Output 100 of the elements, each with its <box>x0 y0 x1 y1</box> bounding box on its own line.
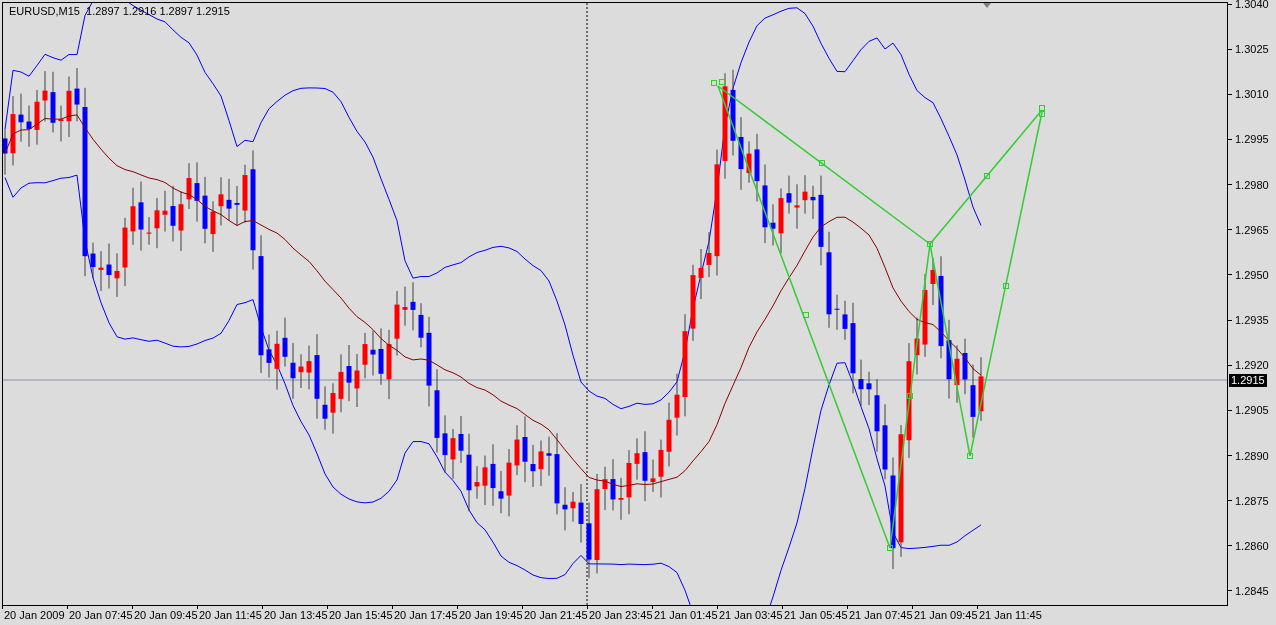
candlestick <box>842 300 848 341</box>
price-label: 1.2860 <box>1235 539 1269 552</box>
candlestick <box>530 444 536 488</box>
price-label: 1.2980 <box>1235 178 1269 191</box>
candlestick <box>386 329 392 400</box>
candlestick <box>962 338 968 395</box>
price-label: 1.3025 <box>1235 43 1269 56</box>
pattern-handle[interactable] <box>907 393 913 399</box>
candlestick <box>234 185 240 227</box>
price-label: 1.2890 <box>1235 449 1269 462</box>
candlestick <box>914 317 920 375</box>
candlestick <box>570 491 576 523</box>
time-label: 20 Jan 07:45 <box>69 609 133 621</box>
candlestick <box>674 373 680 436</box>
candlestick <box>202 176 208 244</box>
chart-shift-icon[interactable] <box>983 3 991 8</box>
candlestick <box>178 190 184 252</box>
time-label: 20 Jan 23:45 <box>589 609 653 621</box>
candlestick <box>274 330 280 391</box>
candlestick <box>490 443 496 507</box>
candlestick <box>330 382 336 435</box>
time-label: 21 Jan 09:45 <box>914 609 978 621</box>
candlestick <box>322 385 328 431</box>
candlestick <box>114 252 120 298</box>
candlestick <box>810 185 816 220</box>
candlestick <box>42 70 48 122</box>
time-label: 20 Jan 2009 <box>4 609 65 621</box>
candlestick <box>834 294 840 331</box>
candlestick <box>474 465 480 500</box>
candlestick <box>66 76 72 138</box>
candlestick <box>410 281 416 331</box>
candlestick <box>362 332 368 379</box>
price-label: 1.2935 <box>1235 314 1269 327</box>
candlestick <box>282 317 288 367</box>
candlestick <box>666 402 672 467</box>
time-label: 20 Jan 09:45 <box>134 609 198 621</box>
candlestick <box>746 140 752 184</box>
candlestick <box>418 302 424 348</box>
candlestick <box>786 175 792 215</box>
candlestick <box>626 449 632 515</box>
pattern-handle[interactable] <box>887 545 893 551</box>
candlestick <box>122 217 128 287</box>
candlestick <box>770 203 776 246</box>
candlestick <box>610 458 616 511</box>
candlestick <box>754 133 760 203</box>
price-label: 1.2845 <box>1235 584 1269 597</box>
candlestick <box>290 342 296 400</box>
time-label: 21 Jan 01:45 <box>654 609 718 621</box>
candlestick <box>538 439 544 487</box>
price-label: 1.3010 <box>1235 88 1269 101</box>
candlestick <box>26 105 32 148</box>
candlestick <box>106 243 112 289</box>
pattern-handle[interactable] <box>927 241 933 247</box>
candlestick <box>442 414 448 474</box>
price-label: 1.2875 <box>1235 494 1269 507</box>
candlestick <box>306 345 312 390</box>
candlestick <box>794 183 800 230</box>
time-label: 20 Jan 15:45 <box>329 609 393 621</box>
candlestick <box>506 448 512 517</box>
pattern-handle[interactable] <box>967 453 973 459</box>
price-label: 1.2905 <box>1235 404 1269 417</box>
pattern-handle[interactable] <box>984 173 990 179</box>
time-label: 20 Jan 17:45 <box>394 609 458 621</box>
pattern-handle[interactable] <box>819 160 825 166</box>
candlestick <box>34 89 40 146</box>
candlestick <box>130 187 136 246</box>
candlestick <box>354 353 360 408</box>
candlestick <box>562 486 568 531</box>
candlestick <box>402 286 408 327</box>
candlestick <box>378 327 384 386</box>
pattern-handle[interactable] <box>803 312 809 318</box>
candlestick <box>146 216 152 246</box>
candlestick <box>522 415 528 483</box>
candlestick <box>458 415 464 464</box>
candlestick <box>74 67 80 122</box>
candlestick <box>370 330 376 377</box>
candlestick <box>978 356 984 422</box>
candlestick <box>186 162 192 210</box>
candlestick <box>858 359 864 407</box>
time-label: 20 Jan 21:45 <box>524 609 588 621</box>
candlestick <box>514 424 520 476</box>
time-label: 21 Jan 03:45 <box>719 609 783 621</box>
candlestick <box>3 128 8 176</box>
candlestick <box>90 242 96 279</box>
candlestick <box>618 477 624 521</box>
candlestick <box>394 290 400 356</box>
candlestick <box>226 178 232 222</box>
candlestick <box>298 353 304 389</box>
candlestick <box>346 344 352 402</box>
candlestick <box>18 93 24 143</box>
candlestick <box>698 248 704 300</box>
candlestick <box>170 185 176 243</box>
candlestick <box>10 95 16 166</box>
candlestick <box>706 231 712 278</box>
price-label: 1.3040 <box>1235 0 1269 10</box>
candlestick <box>642 430 648 502</box>
candlestick <box>98 250 104 292</box>
candlestick <box>266 334 272 379</box>
candlestick <box>482 455 488 506</box>
pattern-handle[interactable] <box>1003 283 1009 289</box>
